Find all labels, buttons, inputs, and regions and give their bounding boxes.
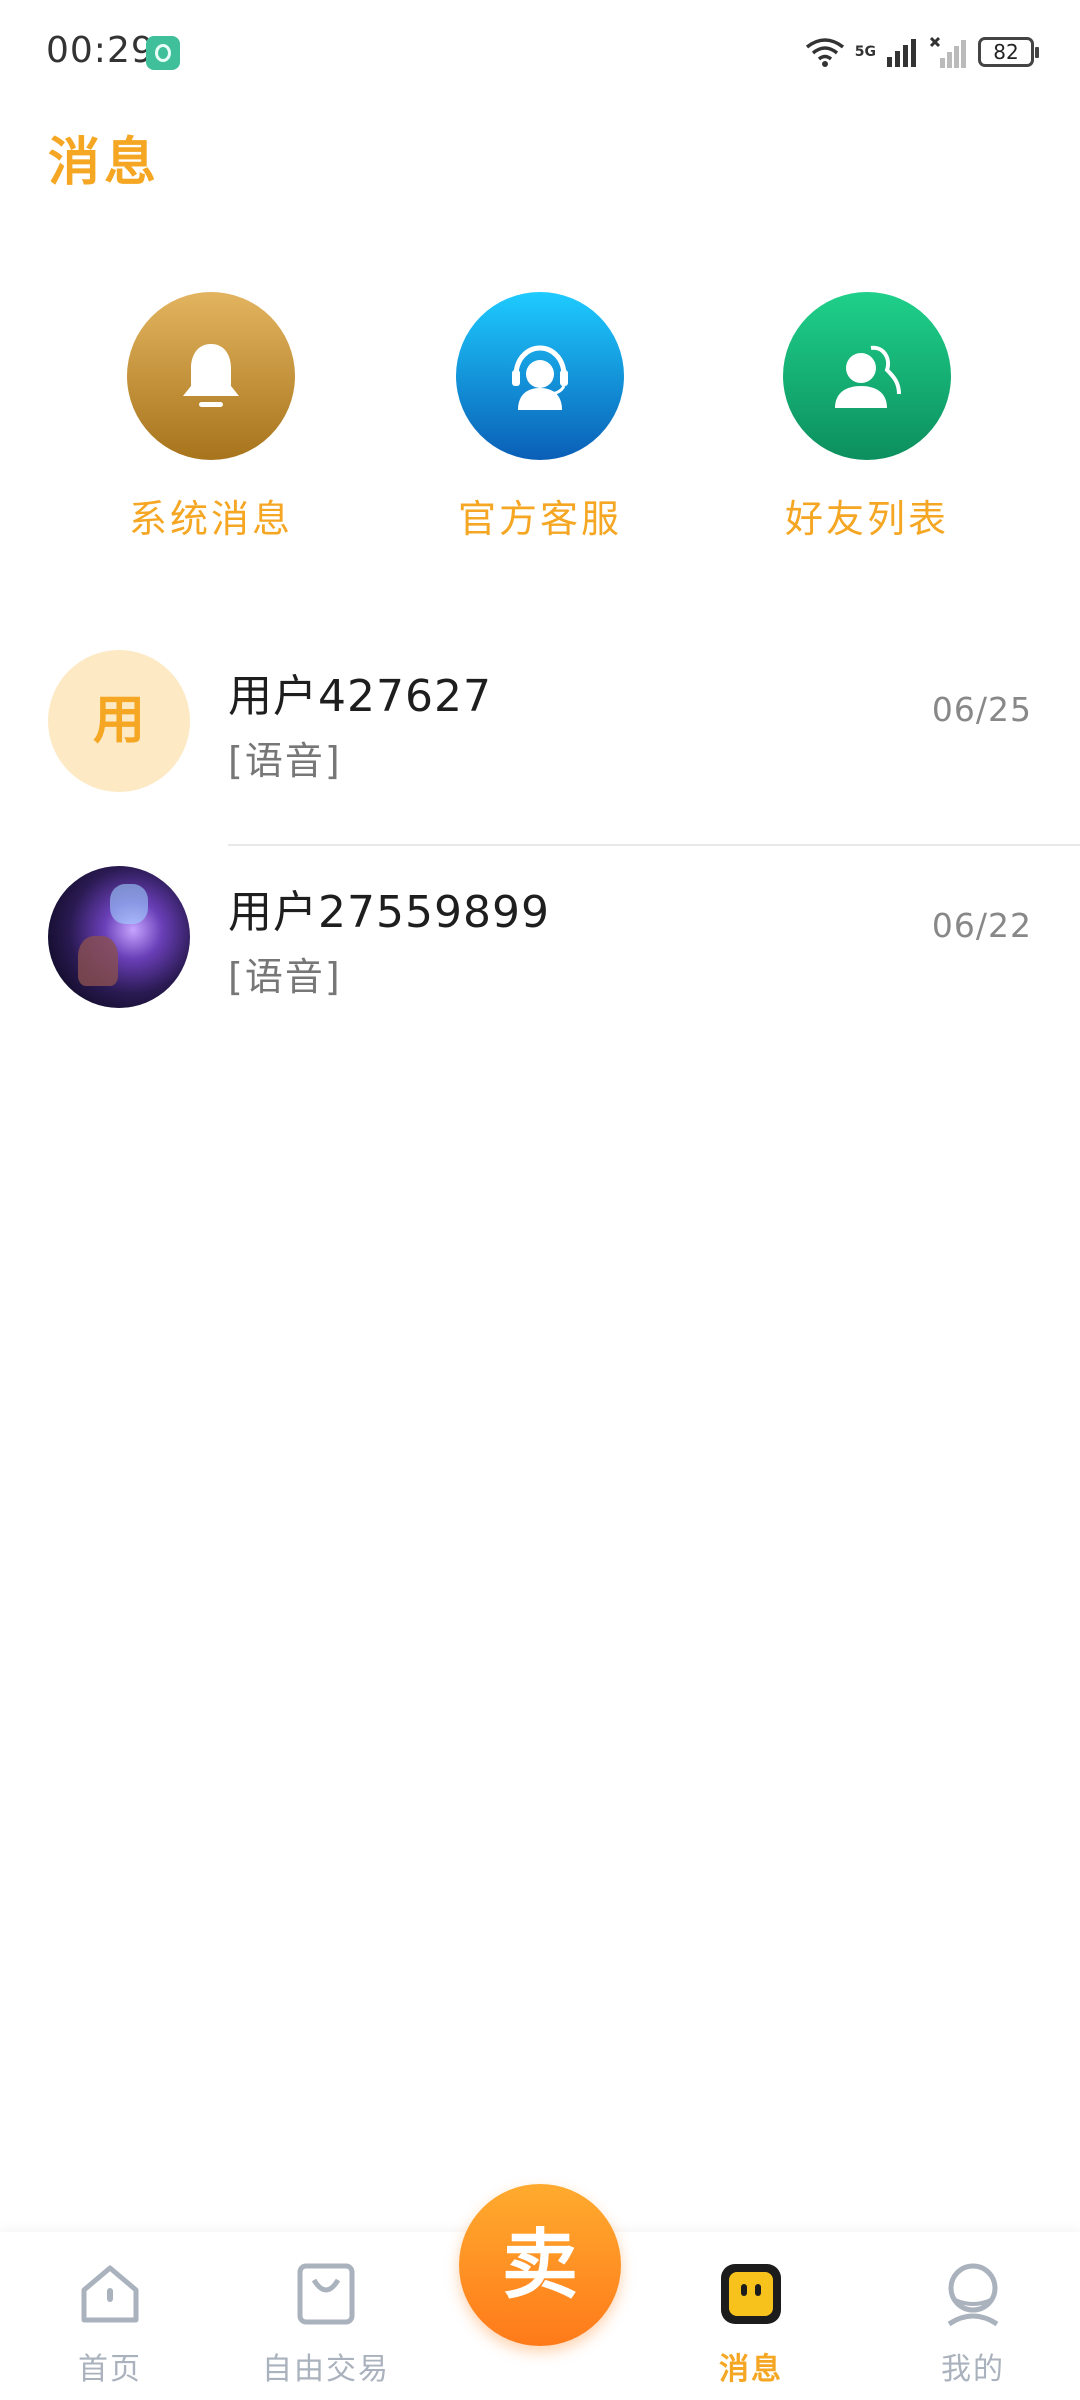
headset-agent-icon [456, 292, 624, 460]
battery-icon: 82 [978, 37, 1039, 67]
friends-list-label: 好友列表 [784, 497, 949, 541]
quick-entries: 系统消息 官方客服 好友列表 [0, 292, 1080, 552]
wifi-icon [805, 38, 844, 67]
message-icon [717, 2260, 785, 2328]
list-item[interactable]: 用 用户427627 [语音] 06/25 [0, 630, 1080, 846]
status-time: 00:29 [46, 30, 155, 71]
shopping-bag-icon [292, 2260, 360, 2328]
chat-preview: [语音] [228, 739, 342, 783]
chat-preview: [语音] [228, 955, 342, 999]
friends-icon [783, 292, 951, 460]
bell-icon [127, 292, 295, 460]
nav-mine-label: 我的 [941, 2352, 1005, 2387]
friends-list-entry[interactable]: 好友列表 [747, 292, 987, 543]
app-notification-icon [146, 36, 180, 70]
list-item[interactable]: 用户27559899 [语音] 06/22 [0, 846, 1080, 1062]
status-icons: 5G 82 [805, 30, 1039, 74]
customer-service-label: 官方客服 [457, 497, 622, 541]
chat-date: 06/22 [931, 906, 1032, 945]
status-bar: 00:29 5G 82 [0, 0, 1080, 104]
system-messages-label: 系统消息 [128, 497, 293, 541]
avatar: 用 [48, 650, 190, 792]
signal-strength-icon [887, 39, 916, 67]
avatar [48, 866, 190, 1008]
page-title: 消息 [48, 133, 161, 193]
chat-list: 用 用户427627 [语音] 06/25 用户27559899 [语音] 06… [0, 630, 1080, 1062]
nav-messages-label: 消息 [719, 2352, 783, 2387]
sell-button[interactable]: 卖 [459, 2184, 621, 2346]
nav-mine[interactable]: 我的 [893, 2260, 1053, 2388]
nav-home-label: 首页 [78, 2352, 142, 2387]
customer-service-entry[interactable]: 官方客服 [420, 292, 660, 543]
nav-free-trade[interactable]: 自由交易 [246, 2260, 406, 2388]
nav-messages[interactable]: 消息 [671, 2260, 831, 2388]
home-icon [76, 2260, 144, 2328]
system-messages-entry[interactable]: 系统消息 [91, 292, 331, 543]
nav-home[interactable]: 首页 [30, 2260, 190, 2388]
network-type-label: 5G [854, 44, 876, 60]
nav-free-trade-label: 自由交易 [262, 2352, 390, 2387]
chat-name: 用户27559899 [228, 887, 550, 938]
signal-no-service-icon [930, 36, 966, 68]
chat-date: 06/25 [931, 690, 1032, 729]
chat-name: 用户427627 [228, 671, 492, 722]
profile-icon [939, 2260, 1007, 2328]
